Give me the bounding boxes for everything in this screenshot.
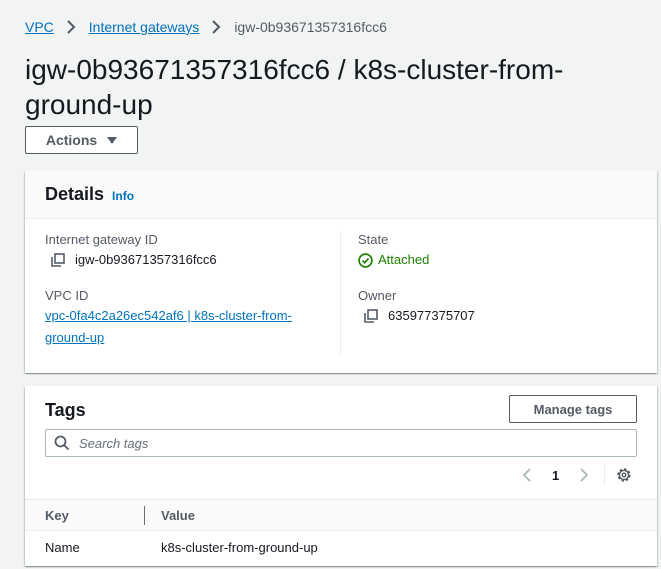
column-header-key[interactable]: Key xyxy=(45,508,69,523)
tags-panel: Tags Manage tags 1 Key Value Name k8s-cl… xyxy=(25,386,657,566)
table-header: Key Value xyxy=(25,499,657,531)
search-tags-box xyxy=(45,429,637,457)
table-row: Name k8s-cluster-from-ground-up xyxy=(25,532,657,564)
breadcrumb-internet-gateways-link[interactable]: Internet gateways xyxy=(89,19,200,35)
pager-divider xyxy=(604,464,605,486)
igw-id-label: Internet gateway ID xyxy=(45,232,158,247)
copy-icon[interactable] xyxy=(364,309,378,323)
tag-value-cell: k8s-cluster-from-ground-up xyxy=(161,540,318,555)
page-title: igw-0b93671357316fcc6 / k8s-cluster-from… xyxy=(25,54,564,120)
tags-title: Tags xyxy=(45,400,86,420)
state-label: State xyxy=(358,232,389,247)
check-circle-icon xyxy=(358,252,373,268)
owner-label: Owner xyxy=(358,288,397,303)
details-panel: Details Info Internet gateway ID igw-0b9… xyxy=(25,171,657,373)
breadcrumb-vpc-link[interactable]: VPC xyxy=(25,19,54,35)
breadcrumb-current: igw-0b93671357316fcc6 xyxy=(234,19,387,35)
gear-icon[interactable] xyxy=(615,466,633,484)
details-title: Details xyxy=(45,184,105,204)
copy-icon[interactable] xyxy=(51,253,65,267)
column-resizer[interactable] xyxy=(144,506,145,525)
vpc-id-link-line1: vpc-0fa4c2a26ec542af6 | k8s-cluster-from… xyxy=(45,308,292,323)
details-header: Details Info xyxy=(25,171,657,219)
owner-value: 635977375707 xyxy=(388,308,475,323)
manage-tags-button[interactable]: Manage tags xyxy=(509,395,637,423)
state-status: Attached xyxy=(358,249,638,271)
details-right-column: State Attached Owner 635977375707 xyxy=(358,231,638,327)
owner-field: 635977375707 xyxy=(358,305,638,327)
chevron-right-icon[interactable] xyxy=(577,467,591,483)
tag-key-cell: Name xyxy=(45,540,80,555)
chevron-left-icon[interactable] xyxy=(520,467,534,483)
search-icon xyxy=(54,435,70,451)
page-number[interactable]: 1 xyxy=(552,468,559,483)
igw-id-field: igw-0b93671357316fcc6 xyxy=(45,249,340,271)
actions-label: Actions xyxy=(45,132,98,148)
vpc-id-link-line2: ground-up xyxy=(45,330,105,345)
vpc-id-label: VPC ID xyxy=(45,288,89,303)
actions-button[interactable]: Actions xyxy=(25,126,138,154)
column-header-value[interactable]: Value xyxy=(161,508,195,523)
details-left-column: Internet gateway ID igw-0b93671357316fcc… xyxy=(45,231,341,355)
chevron-right-icon xyxy=(212,20,221,34)
info-link[interactable]: Info xyxy=(112,189,134,203)
caret-down-icon xyxy=(107,137,118,144)
igw-id-value: igw-0b93671357316fcc6 xyxy=(75,252,217,267)
breadcrumb: VPC Internet gateways igw-0b93671357316f… xyxy=(25,19,387,35)
search-tags-input[interactable] xyxy=(79,435,599,451)
chevron-right-icon xyxy=(67,20,76,34)
state-value: Attached xyxy=(378,252,430,267)
pagination: 1 xyxy=(520,465,591,485)
vpc-id-link[interactable]: vpc-0fa4c2a26ec542af6 | k8s-cluster-from… xyxy=(45,305,340,349)
